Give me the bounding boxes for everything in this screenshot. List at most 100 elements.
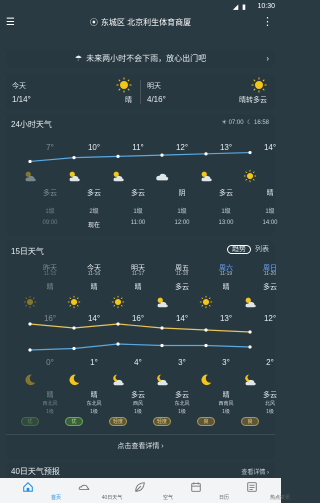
leaf-icon	[135, 482, 145, 492]
hourly-wind: 2级	[89, 209, 99, 215]
sun-icon	[243, 169, 257, 183]
divider	[6, 434, 275, 435]
hourly-temp: 12°	[175, 143, 189, 152]
hourly-temp-line	[29, 151, 251, 163]
daily-low-temp: 3°	[178, 358, 186, 367]
daily-low-temp: 3°	[222, 358, 230, 367]
forty-day-forecast-header[interactable]: 40日天气预报 查看详情 ›	[6, 462, 275, 478]
sun-icon	[251, 77, 267, 93]
partly-cloudy-icon	[201, 171, 212, 182]
hourly-temp-point	[72, 156, 76, 160]
air-quality-badge: 轻度	[109, 417, 127, 426]
hourly-condition: 多云	[219, 190, 233, 197]
hourly-time: 现在	[87, 223, 100, 229]
partly-cloudy-icon	[25, 171, 36, 182]
daily-forecast-card: 15日天气 趋势 列表 昨天 11-15 晴 16° 0° 晴西北风 1级优今天 11-16 晴 1…	[6, 240, 277, 460]
daily-day-condition: 晴	[134, 284, 142, 291]
nav-label: 空气	[162, 495, 173, 501]
daily-high-temp: 14°	[175, 314, 189, 323]
more-menu-icon[interactable]: ⋮	[262, 15, 273, 28]
daily-day-condition: 晴	[46, 284, 54, 291]
hourly-temp-point	[28, 159, 32, 164]
daily-date: 11-15	[43, 271, 57, 277]
daily-night-condition: 晴	[90, 392, 98, 399]
daily-low-line-point	[116, 342, 120, 346]
daily-high-temp: 16°	[131, 314, 145, 323]
daily-day-condition: 晴	[222, 284, 230, 291]
air-quality-badge: 优	[65, 417, 83, 426]
news-icon	[247, 482, 257, 492]
daily-low-line-point	[204, 343, 208, 348]
forty-day-link[interactable]: 查看详情 ›	[241, 467, 269, 476]
today-label: 今天	[12, 83, 26, 90]
today-summary[interactable]: 今天 1/14° 晴	[6, 74, 140, 110]
hourly-temp-curve	[28, 150, 252, 164]
today-condition: 晴	[125, 97, 132, 104]
daily-wind-level: 1级	[46, 409, 54, 415]
daily-low-line	[29, 343, 251, 351]
hourly-temp-point	[116, 154, 120, 158]
daily-date: 11-20	[263, 271, 277, 277]
hourly-wind: 1级	[265, 209, 275, 215]
home-icon	[23, 481, 33, 492]
daily-night-condition: 晴	[46, 392, 54, 399]
tomorrow-label: 明天	[147, 83, 161, 90]
hourly-condition: 多云	[43, 190, 57, 197]
location-pin-icon: ⦿	[89, 18, 98, 27]
daily-low-temp: 2°	[266, 358, 274, 367]
daily-day-condition: 多云	[263, 284, 277, 291]
location-title[interactable]: ⦿ 东城区 北京利生体育商厦	[0, 17, 281, 28]
sun-icon	[111, 295, 125, 309]
top-header: ☰ ⦿ 东城区 北京利生体育商厦 ⋮	[0, 14, 281, 30]
status-time: 10:30	[257, 3, 275, 10]
daily-high-temp: 13°	[219, 314, 233, 323]
partly-cloudy-night-icon	[157, 374, 168, 386]
hourly-condition: 晴	[266, 190, 274, 197]
rain-alert-banner[interactable]: ☂ 未来两小时不会下雨，放心出门吧 ›	[6, 50, 275, 68]
tomorrow-summary[interactable]: 明天 4/16° 晴转多云	[141, 74, 275, 110]
hourly-forecast-card: 24小时天气 ☀ 07:00 ☾ 16:58 7° 多云 1级 09:00 10° 多云 2…	[6, 114, 278, 236]
umbrella-icon: ☂	[74, 54, 83, 63]
hourly-temp: 14°	[263, 143, 277, 152]
hourly-wind: 1级	[45, 209, 55, 215]
hourly-condition: 多云	[131, 190, 145, 197]
partly-cloudy-icon	[245, 297, 256, 308]
daily-high-line-point	[204, 328, 208, 332]
chevron-right-icon: ›	[266, 54, 269, 63]
daily-high-line-point	[248, 330, 252, 334]
daily-high-temp: 16°	[43, 314, 57, 323]
daily-date: 11-18	[175, 271, 189, 277]
status-icons: ◢ ▮	[232, 4, 247, 11]
daily-high-line	[29, 323, 251, 333]
daily-date: 11-16	[87, 271, 101, 277]
cloud-icon	[156, 173, 169, 181]
daily-more-link[interactable]: 点击查看详情 ›	[6, 441, 275, 451]
daily-wind-level: 1级	[222, 409, 230, 415]
nav-label: 热点资讯	[269, 495, 290, 501]
moon-icon	[201, 374, 212, 386]
hourly-wind: 1级	[133, 209, 143, 215]
daily-day-condition: 晴	[90, 284, 98, 291]
daily-high-line-point	[160, 326, 164, 330]
daily-date: 11-19	[219, 271, 233, 277]
status-bar: ◢ ▮ 10:30	[0, 0, 281, 14]
daily-day-condition: 多云	[175, 284, 189, 291]
hourly-time: 12:00	[174, 220, 190, 226]
hourly-time: 13:00	[218, 220, 234, 226]
hourly-time: 11:00	[130, 220, 146, 226]
daily-high-temp: 12°	[263, 314, 277, 323]
hourly-condition: 多云	[87, 190, 101, 197]
moon-icon	[69, 374, 80, 386]
today-tomorrow-card: 今天 1/14° 晴 明天 4/16° 晴转多云	[6, 74, 275, 110]
partly-cloudy-night-icon	[113, 374, 124, 386]
nav-label: 40日天气	[101, 495, 123, 501]
moon-icon	[25, 374, 36, 386]
hourly-condition: 阴	[178, 190, 186, 197]
hourly-time: 14:00	[262, 220, 278, 226]
hourly-temp-point	[204, 152, 208, 156]
partly-cloudy-night-icon	[245, 374, 256, 386]
sun-icon	[23, 295, 37, 309]
daily-low-line-point	[72, 346, 76, 351]
daily-low-line-point	[28, 348, 32, 352]
partly-cloudy-icon	[69, 171, 80, 182]
